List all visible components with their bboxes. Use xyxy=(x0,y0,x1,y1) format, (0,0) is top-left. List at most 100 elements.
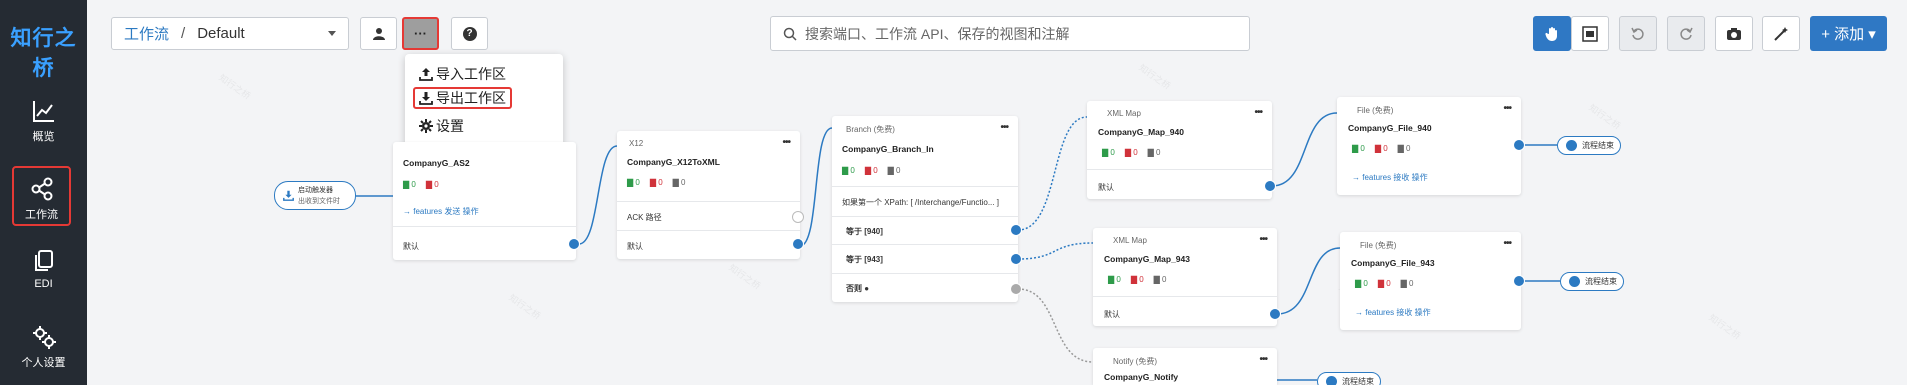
upload-icon xyxy=(419,68,433,81)
node-name: CompanyG_Map_943 xyxy=(1104,254,1190,264)
node-file-943[interactable]: File (免费) ••• CompanyG_File_943 ▇ 0 ▇ 0 … xyxy=(1340,232,1525,330)
node-menu-icon[interactable]: ••• xyxy=(1259,354,1267,365)
node-branch[interactable]: Branch (免费) ••• CompanyG_Branch_In ▇ 0 ▇… xyxy=(832,116,1022,302)
add-button[interactable]: + 添加 ▾ xyxy=(1810,16,1887,51)
output-label: 默认 xyxy=(403,242,419,251)
check-circle-icon xyxy=(1326,376,1337,385)
node-x12[interactable]: X12 ••• CompanyG_X12ToXML ▇ 0 ▇ 0 ▇ 0 AC… xyxy=(617,131,804,259)
download-icon xyxy=(419,92,433,105)
file-success-icon: ▇ 0 xyxy=(1108,275,1121,284)
screenshot-button[interactable] xyxy=(1715,16,1753,51)
node-stats: ▇ 0 ▇ 0 ▇ 0 xyxy=(1102,148,1160,157)
file-pending-icon: ▇ 0 xyxy=(1397,144,1411,153)
user-button[interactable] xyxy=(360,17,397,50)
flow-end-940[interactable]: 流程结束 xyxy=(1557,136,1621,155)
node-name: CompanyG_Map_940 xyxy=(1098,127,1184,137)
trigger-title: 启动触发器 xyxy=(298,186,333,194)
breadcrumb-current: Default xyxy=(197,25,245,42)
download-icon xyxy=(283,190,294,201)
menu-item-export-workspace[interactable]: 导出工作区 xyxy=(413,87,512,109)
node-map-940[interactable]: XML Map ••• CompanyG_Map_940 ▇ 0 ▇ 0 ▇ 0… xyxy=(1087,101,1276,199)
undo-button[interactable] xyxy=(1619,16,1657,51)
gear-icon xyxy=(419,119,433,133)
file-error-icon: ▇ 0 xyxy=(1130,275,1144,284)
auto-layout-button[interactable] xyxy=(1762,16,1800,51)
branch-port-940[interactable] xyxy=(1010,224,1022,236)
flow-end-label: 流程结束 xyxy=(1585,277,1617,286)
node-name: CompanyG_AS2 xyxy=(403,158,470,168)
node-map-943[interactable]: XML Map ••• CompanyG_Map_943 ▇ 0 ▇ 0 ▇ 0… xyxy=(1093,228,1281,326)
ellipsis-icon: ··· xyxy=(414,26,427,41)
flow-end-notify[interactable]: 流程结束 xyxy=(1317,372,1381,385)
chevron-down-icon[interactable] xyxy=(328,31,336,36)
node-stats: ▇ 0 ▇ 0 ▇ 0 xyxy=(842,166,900,175)
node-as2[interactable]: CompanyG_AS2 ▇ 0 ▇ 0 → features 发送 操作 默认 xyxy=(393,142,580,260)
output-port[interactable] xyxy=(1269,308,1281,320)
ack-port[interactable] xyxy=(792,211,804,223)
output-port[interactable] xyxy=(792,238,804,250)
more-dropdown-menu: 导入工作区 导出工作区 设置 xyxy=(405,54,563,147)
help-button[interactable]: ? xyxy=(451,17,488,50)
output-port[interactable] xyxy=(1264,180,1276,192)
output-port[interactable] xyxy=(1513,139,1525,151)
node-type: Notify (免费) xyxy=(1113,357,1157,366)
node-name: CompanyG_Notify xyxy=(1104,372,1179,382)
file-error-icon: ▇ 0 xyxy=(1124,148,1138,157)
node-file-940[interactable]: File (免费) ••• CompanyG_File_940 ▇ 0 ▇ 0 … xyxy=(1337,97,1525,195)
redo-button[interactable] xyxy=(1667,16,1705,51)
node-menu-icon[interactable]: ••• xyxy=(1259,234,1267,245)
operation-link[interactable]: → features 发送 操作 xyxy=(403,206,479,217)
node-menu-icon[interactable]: ••• xyxy=(1254,107,1262,118)
operation-link[interactable]: → features 接收 操作 xyxy=(1352,172,1428,183)
file-success-icon: ▇ 0 xyxy=(842,166,855,175)
branch-port-else[interactable] xyxy=(1010,283,1022,295)
node-stats: ▇ 0 ▇ 0 ▇ 0 xyxy=(1355,279,1413,288)
file-error-icon: ▇ 0 xyxy=(1377,279,1391,288)
output-port[interactable] xyxy=(568,238,580,250)
more-button[interactable]: ··· xyxy=(402,17,439,50)
operation-link[interactable]: → features 接收 操作 xyxy=(1355,307,1431,318)
node-stats: ▇ 0 ▇ 0 ▇ 0 xyxy=(627,178,685,187)
file-success-icon: ▇ 0 xyxy=(403,180,416,189)
node-stats: ▇ 0 ▇ 0 ▇ 0 xyxy=(1108,275,1166,284)
redo-icon xyxy=(1680,27,1693,40)
node-menu-icon[interactable]: ••• xyxy=(1000,122,1008,133)
flow-end-943[interactable]: 流程结束 xyxy=(1560,272,1624,291)
branch-case-943: 等于 [943] xyxy=(846,255,883,264)
file-success-icon: ▇ 0 xyxy=(1102,148,1115,157)
breadcrumb-root[interactable]: 工作流 xyxy=(124,23,169,44)
file-success-icon: ▇ 0 xyxy=(627,178,640,187)
search-box[interactable] xyxy=(770,16,1250,51)
branch-port-943[interactable] xyxy=(1010,253,1022,265)
node-name: CompanyG_Branch_In xyxy=(842,144,934,154)
question-icon: ? xyxy=(462,26,477,41)
start-trigger[interactable]: 启动触发器 出收到文件时 xyxy=(274,181,356,210)
menu-item-label: 导入工作区 xyxy=(436,66,506,82)
check-circle-icon xyxy=(1566,140,1577,151)
breadcrumb[interactable]: 工作流 / Default xyxy=(111,17,349,50)
hand-icon xyxy=(1545,26,1557,41)
flow-end-label: 流程结束 xyxy=(1582,141,1614,150)
menu-item-settings[interactable]: 设置 xyxy=(415,115,468,137)
node-type: Branch (免费) xyxy=(846,125,895,134)
frame-icon xyxy=(1582,25,1598,42)
breadcrumb-separator: / xyxy=(181,25,186,42)
node-menu-icon[interactable]: ••• xyxy=(1503,238,1511,249)
node-menu-icon[interactable]: ••• xyxy=(782,137,790,148)
node-notify[interactable]: Notify (免费) ••• CompanyG_Notify xyxy=(1093,348,1277,385)
search-icon xyxy=(783,27,797,41)
pan-mode-button[interactable] xyxy=(1533,16,1571,51)
fit-view-button[interactable] xyxy=(1571,16,1609,51)
node-stats: ▇ 0 ▇ 0 xyxy=(403,180,439,189)
search-input[interactable] xyxy=(805,25,1225,42)
file-error-icon: ▇ 0 xyxy=(864,166,878,175)
node-type: File (免费) xyxy=(1360,241,1397,250)
user-icon xyxy=(372,27,385,40)
node-menu-icon[interactable]: ••• xyxy=(1503,103,1511,114)
file-error-icon: ▇ 0 xyxy=(425,180,439,189)
file-success-icon: ▇ 0 xyxy=(1352,144,1365,153)
menu-item-import-workspace[interactable]: 导入工作区 xyxy=(415,63,510,85)
output-port[interactable] xyxy=(1513,275,1525,287)
branch-condition: 如果第一个 XPath: [ /Interchange/Functio... ] xyxy=(842,198,999,207)
check-circle-icon xyxy=(1569,276,1580,287)
